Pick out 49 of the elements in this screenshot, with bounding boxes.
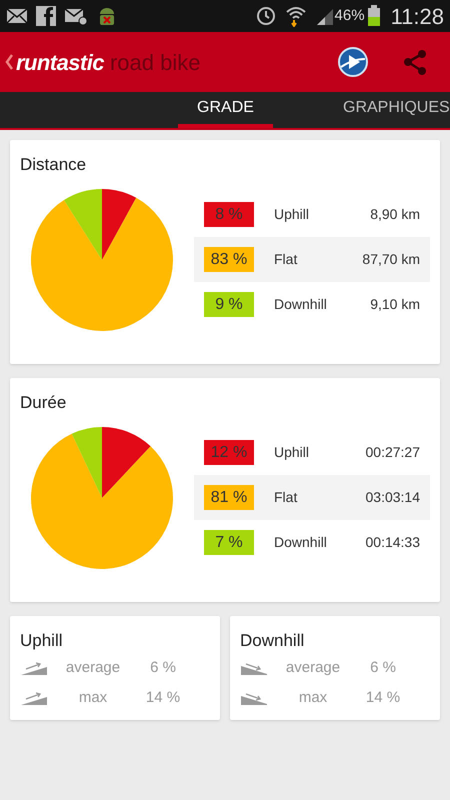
downhill-slope-icon bbox=[240, 692, 268, 706]
slope-value: 14 % bbox=[144, 688, 182, 708]
email-icon bbox=[64, 6, 88, 26]
app-brand: runtastic bbox=[16, 48, 104, 76]
grade-label: Uphill bbox=[274, 443, 310, 462]
card-title: Durée bbox=[20, 392, 68, 414]
grade-value: 00:14:33 bbox=[366, 533, 420, 552]
slope-label: max bbox=[78, 688, 108, 708]
grade-value: 9,10 km bbox=[370, 295, 420, 314]
percent-badge: 81 % bbox=[204, 485, 254, 510]
grade-value: 87,70 km bbox=[362, 250, 420, 269]
uphill-slope-icon bbox=[20, 662, 48, 676]
grade-label: Flat bbox=[274, 250, 298, 269]
share-icon[interactable] bbox=[402, 48, 428, 76]
slope-value: 14 % bbox=[364, 688, 402, 708]
percent-badge: 8 % bbox=[204, 202, 254, 227]
app-product-name: road bike bbox=[110, 48, 200, 76]
grade-label: Downhill bbox=[274, 533, 328, 552]
slope-value: 6 % bbox=[149, 658, 177, 678]
slope-value: 6 % bbox=[369, 658, 397, 678]
battery-icon bbox=[366, 5, 381, 27]
play-logo-icon[interactable] bbox=[338, 47, 368, 77]
alarm-icon bbox=[254, 5, 277, 27]
battery-percent: 46% bbox=[334, 6, 365, 26]
wifi-icon bbox=[284, 5, 307, 27]
mail-icon bbox=[6, 6, 28, 26]
uphill-slope-icon bbox=[20, 692, 48, 706]
grade-label: Flat bbox=[274, 488, 298, 507]
grade-label: Downhill bbox=[274, 295, 328, 314]
clock-time: 11:28 bbox=[390, 2, 444, 30]
percent-badge: 83 % bbox=[204, 247, 254, 272]
slope-label: average bbox=[284, 658, 342, 678]
downhill-slope-icon bbox=[240, 662, 268, 676]
percent-badge: 12 % bbox=[204, 440, 254, 465]
percent-badge: 9 % bbox=[204, 292, 254, 317]
percent-badge: 7 % bbox=[204, 530, 254, 555]
card-title: Distance bbox=[20, 154, 88, 176]
grade-label: Uphill bbox=[274, 205, 310, 224]
grade-value: 8,90 km bbox=[370, 205, 420, 224]
card-title: Downhill bbox=[240, 630, 306, 652]
card-title: Uphill bbox=[20, 630, 64, 652]
grade-value: 00:27:27 bbox=[366, 443, 420, 462]
facebook-icon bbox=[36, 6, 56, 26]
slope-label: max bbox=[298, 688, 328, 708]
tab[interactable]: GRADE bbox=[178, 92, 273, 128]
tab[interactable]: GRAPHIQUES bbox=[273, 92, 450, 128]
grade-value: 03:03:14 bbox=[366, 488, 420, 507]
slope-label: average bbox=[64, 658, 122, 678]
back-icon[interactable] bbox=[4, 52, 14, 72]
